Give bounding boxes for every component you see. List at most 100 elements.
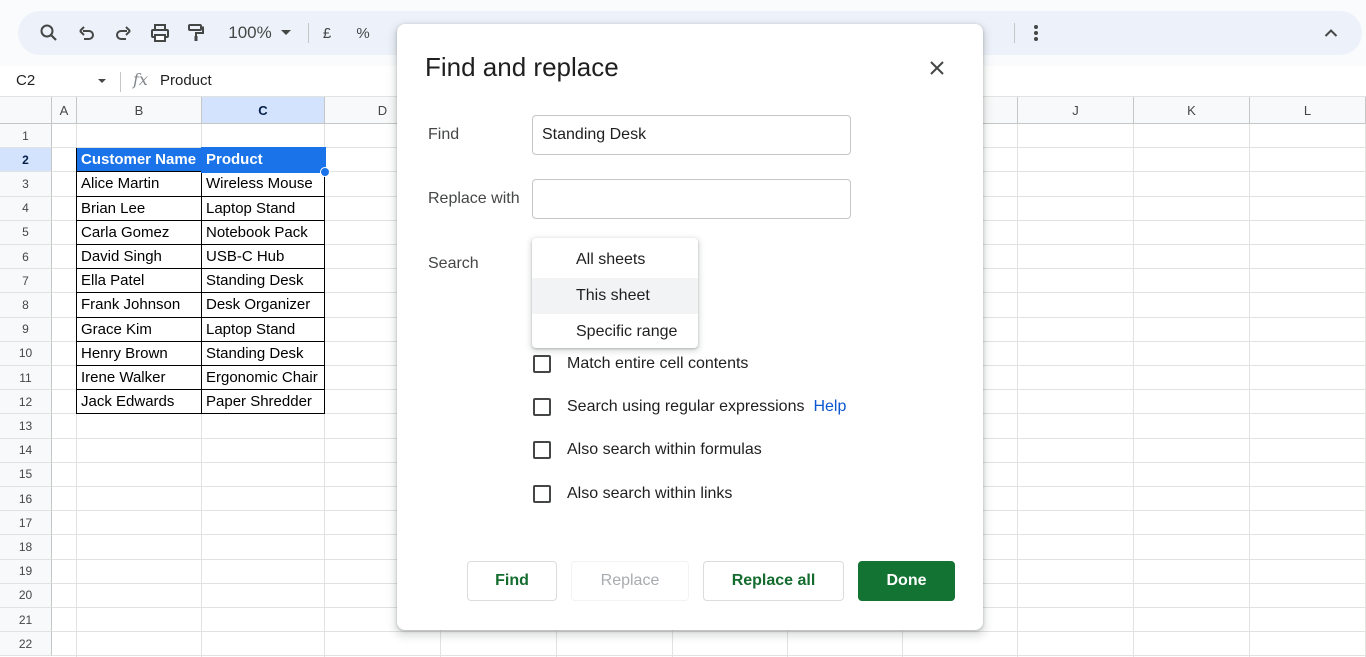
formula-input[interactable]: Product (160, 72, 212, 89)
print-icon[interactable] (147, 11, 173, 55)
replace-button[interactable]: Replace (571, 561, 689, 601)
chevron-down-icon[interactable] (96, 74, 108, 92)
row-header-16[interactable]: 16 (0, 487, 52, 512)
table-header-cell[interactable]: Customer Name (77, 148, 202, 173)
fill-handle[interactable] (320, 167, 330, 178)
table-cell[interactable]: Brian Lee (77, 196, 202, 221)
regex-option[interactable]: Search using regular expressions Help (533, 396, 846, 418)
table-cell[interactable]: Ella Patel (77, 269, 202, 294)
menu-item-all-sheets[interactable]: All sheets (532, 242, 698, 278)
select-all-corner[interactable] (0, 97, 52, 124)
table-cell[interactable]: Alice Martin (77, 172, 202, 197)
formulas-checkbox[interactable] (533, 441, 551, 459)
table-cell[interactable]: Laptop Stand (202, 317, 325, 342)
grid-row-line (52, 655, 1366, 657)
row-header-17[interactable]: 17 (0, 511, 52, 536)
column-header-j[interactable]: J (1018, 97, 1134, 124)
row-header-21[interactable]: 21 (0, 608, 52, 633)
column-header-c[interactable]: C (202, 97, 325, 124)
match-entire-cell-option[interactable]: Match entire cell contents (533, 353, 748, 375)
close-icon[interactable] (927, 58, 947, 78)
menu-item-this-sheet[interactable]: This sheet (532, 278, 698, 314)
zoom-dropdown-icon[interactable] (276, 11, 296, 55)
table-cell[interactable]: Ergonomic Chair (202, 366, 325, 391)
more-vert-icon[interactable] (1026, 11, 1046, 55)
table-cell[interactable]: Notebook Pack (202, 220, 325, 245)
zoom-select[interactable]: 100% (222, 11, 278, 55)
table-cell[interactable]: Irene Walker (77, 366, 202, 391)
row-header-2[interactable]: 2 (0, 148, 52, 173)
links-option[interactable]: Also search within links (533, 483, 732, 505)
table-cell[interactable]: Standing Desk (202, 269, 325, 294)
table-border (76, 148, 77, 415)
column-header-k[interactable]: K (1134, 97, 1250, 124)
find-input[interactable]: Standing Desk (532, 115, 851, 155)
search-scope-menu: All sheets This sheet Specific range (532, 238, 698, 348)
column-header-l[interactable]: L (1250, 97, 1366, 124)
row-header-8[interactable]: 8 (0, 293, 52, 318)
table-cell[interactable]: Carla Gomez (77, 220, 202, 245)
links-label: Also search within links (567, 485, 733, 502)
grid-column-line (1249, 124, 1250, 657)
row-header-5[interactable]: 5 (0, 220, 52, 245)
table-cell[interactable]: Desk Organizer (202, 293, 325, 318)
formulas-option[interactable]: Also search within formulas (533, 439, 762, 461)
redo-icon[interactable] (110, 11, 136, 55)
table-cell[interactable]: Frank Johnson (77, 293, 202, 318)
table-cell[interactable]: Laptop Stand (202, 196, 325, 221)
table-cell[interactable]: Grace Kim (77, 317, 202, 342)
row-header-13[interactable]: 13 (0, 414, 52, 439)
row-header-22[interactable]: 22 (0, 632, 52, 657)
dialog-title: Find and replace (425, 52, 619, 82)
row-header-12[interactable]: 12 (0, 390, 52, 415)
links-checkbox[interactable] (533, 485, 551, 503)
find-replace-dialog: Find and replace Find Standing Desk Repl… (397, 24, 983, 630)
paint-format-icon[interactable] (183, 11, 209, 55)
percent-format-button[interactable]: % (352, 11, 374, 55)
currency-format-button[interactable]: £ (318, 11, 336, 55)
help-link[interactable]: Help (813, 398, 846, 416)
row-header-10[interactable]: 10 (0, 341, 52, 366)
table-cell[interactable]: Wireless Mouse (202, 172, 325, 197)
row-header-15[interactable]: 15 (0, 462, 52, 487)
toolbar-divider (308, 23, 309, 43)
table-cell[interactable]: Standing Desk (202, 341, 325, 366)
row-header-20[interactable]: 20 (0, 583, 52, 608)
zoom-value: 100% (228, 23, 272, 42)
fx-icon: fx (133, 70, 148, 89)
row-header-1[interactable]: 1 (0, 124, 52, 149)
row-header-4[interactable]: 4 (0, 196, 52, 221)
row-header-19[interactable]: 19 (0, 559, 52, 584)
row-header-6[interactable]: 6 (0, 245, 52, 270)
collapse-icon[interactable] (1318, 11, 1344, 55)
table-cell[interactable]: David Singh (77, 245, 202, 270)
table-cell[interactable]: Paper Shredder (202, 390, 325, 415)
replace-all-button[interactable]: Replace all (703, 561, 844, 601)
menu-item-specific-range[interactable]: Specific range (532, 314, 698, 350)
column-header-b[interactable]: B (77, 97, 202, 124)
row-header-9[interactable]: 9 (0, 317, 52, 342)
column-header-a[interactable]: A (52, 97, 77, 124)
find-button[interactable]: Find (467, 561, 557, 601)
row-header-18[interactable]: 18 (0, 535, 52, 560)
replace-label: Replace with (428, 190, 520, 207)
toolbar-divider (1014, 23, 1015, 43)
replace-input[interactable] (532, 179, 851, 219)
search-icon[interactable] (36, 11, 62, 55)
table-cell[interactable]: Henry Brown (77, 341, 202, 366)
row-header-3[interactable]: 3 (0, 172, 52, 197)
table-cell[interactable]: Jack Edwards (77, 390, 202, 415)
row-header-7[interactable]: 7 (0, 269, 52, 294)
regex-checkbox[interactable] (533, 398, 551, 416)
row-header-11[interactable]: 11 (0, 366, 52, 391)
done-button[interactable]: Done (858, 561, 955, 601)
name-box[interactable]: C2 (16, 72, 35, 89)
row-header-14[interactable]: 14 (0, 438, 52, 463)
table-cell[interactable]: USB-C Hub (202, 245, 325, 270)
table-header-cell[interactable]: Product (202, 148, 325, 173)
match-entire-cell-checkbox[interactable] (533, 355, 551, 373)
percent-symbol: % (356, 24, 370, 42)
match-entire-cell-label: Match entire cell contents (567, 355, 749, 372)
formulas-label: Also search within formulas (567, 441, 762, 458)
undo-icon[interactable] (74, 11, 100, 55)
